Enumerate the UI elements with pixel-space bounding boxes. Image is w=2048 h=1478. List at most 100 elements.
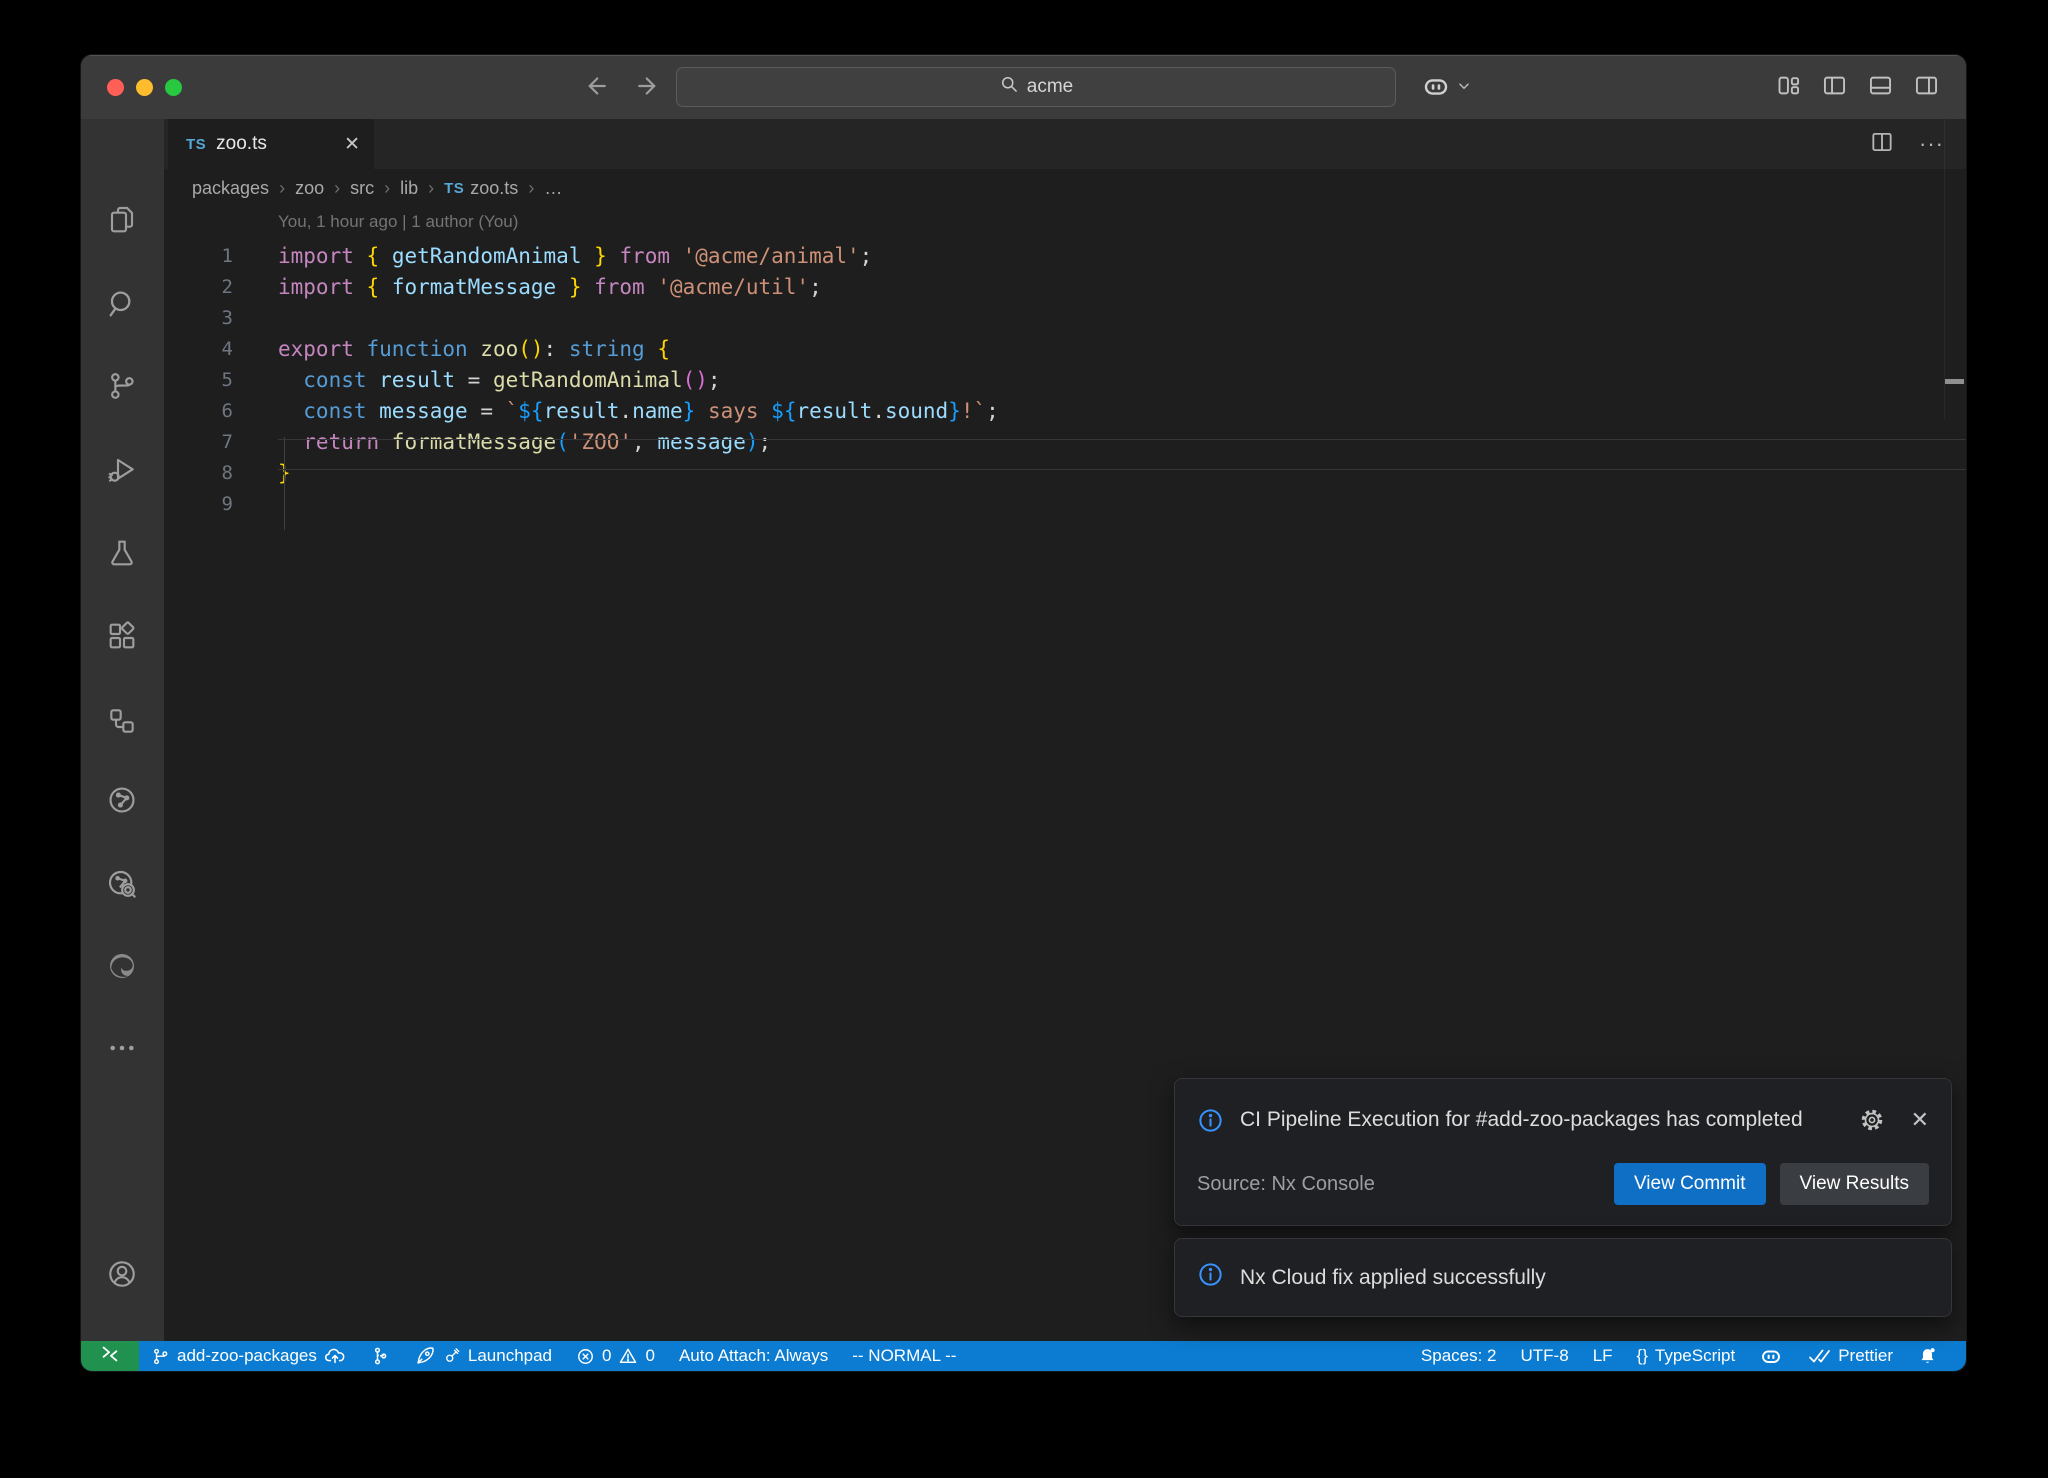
notification-nx-cloud-fix: Nx Cloud fix applied successfully [1174, 1238, 1952, 1317]
launchpad-label: Launchpad [468, 1346, 552, 1366]
code-line[interactable]: 2import { formatMessage } from '@acme/ut… [164, 272, 1966, 303]
language-mode-item[interactable]: {} TypeScript [1625, 1341, 1748, 1371]
notification-message: CI Pipeline Execution for #add-zoo-packa… [1240, 1101, 1830, 1139]
breadcrumb-label: packages [192, 178, 269, 199]
titlebar: acme [81, 55, 1966, 119]
breadcrumb-item[interactable]: … [544, 178, 562, 199]
code-line[interactable]: 1import { getRandomAnimal } from '@acme/… [164, 241, 1966, 272]
explorer-icon[interactable] [105, 203, 139, 237]
code-line[interactable]: 6 const message = `${result.name} says $… [164, 396, 1966, 427]
copilot-icon[interactable] [1421, 71, 1451, 106]
line-number: 1 [164, 241, 233, 272]
accounts-icon[interactable] [105, 1257, 139, 1291]
git-blame-annotation: You, 1 hour ago | 1 author (You) [164, 207, 1966, 241]
auto-attach-item[interactable]: Auto Attach: Always [667, 1341, 840, 1371]
command-center-search[interactable]: acme [676, 67, 1396, 107]
line-number: 8 [164, 458, 233, 489]
tab-zoo-ts[interactable]: TS zoo.ts ✕ [168, 119, 374, 169]
edge-browser-icon[interactable] [105, 949, 139, 983]
tab-label: zoo.ts [216, 133, 267, 155]
formatter-item[interactable]: Prettier [1795, 1341, 1905, 1371]
notification-center: CI Pipeline Execution for #add-zoo-packa… [1174, 1078, 1952, 1317]
view-commit-button[interactable]: View Commit [1614, 1163, 1766, 1205]
line-number: 4 [164, 334, 233, 365]
code-line[interactable]: 3 [164, 303, 1966, 334]
breadcrumb-label: zoo.ts [470, 178, 518, 199]
search-sidebar-icon[interactable] [105, 287, 139, 321]
problems-item[interactable]: 0 0 [564, 1341, 667, 1371]
tab-bar: TS zoo.ts ✕ ··· [164, 119, 1966, 169]
launchpad-item[interactable]: Launchpad [402, 1341, 564, 1371]
extensions-icon[interactable] [105, 619, 139, 653]
code-line[interactable]: 9 [164, 489, 1966, 520]
breadcrumb-item[interactable]: TSzoo.ts [444, 178, 518, 199]
chevron-down-icon[interactable] [1455, 77, 1473, 100]
back-arrow-icon[interactable] [581, 71, 611, 106]
remote-icon [99, 1343, 121, 1370]
notifications-bell-item[interactable] [1905, 1341, 1950, 1371]
line-number: 7 [164, 427, 233, 458]
breadcrumb-separator: › [279, 178, 285, 199]
overview-ruler [1944, 119, 1945, 419]
info-icon [1197, 1101, 1224, 1139]
breadcrumb-item[interactable]: zoo [295, 178, 324, 199]
close-tab-icon[interactable]: ✕ [344, 133, 360, 156]
toggle-secondary-sidebar-icon[interactable] [1913, 72, 1940, 104]
breadcrumb-item[interactable]: lib [400, 178, 418, 199]
indentation-item[interactable]: Spaces: 2 [1409, 1341, 1509, 1371]
line-number: 5 [164, 365, 233, 396]
notification-ci-pipeline: CI Pipeline Execution for #add-zoo-packa… [1174, 1078, 1952, 1226]
notification-settings-gear-icon[interactable] [1859, 1107, 1885, 1138]
remote-indicator[interactable] [81, 1341, 139, 1371]
vim-mode-item[interactable]: -- NORMAL -- [840, 1341, 968, 1371]
errors-icon [576, 1347, 595, 1366]
code-text: const message = `${result.name} says ${r… [233, 396, 999, 427]
warnings-count: 0 [645, 1346, 654, 1366]
warnings-icon [618, 1346, 638, 1366]
breadcrumb-item[interactable]: src [350, 178, 374, 199]
minimize-window-button[interactable] [136, 79, 153, 96]
nx-console-icon[interactable] [105, 783, 139, 817]
git-branch-item[interactable]: add-zoo-packages [139, 1341, 358, 1371]
window-controls [107, 79, 182, 96]
eol-item[interactable]: LF [1581, 1341, 1625, 1371]
additional-views-icon[interactable] [105, 1031, 139, 1065]
maximize-window-button[interactable] [165, 79, 182, 96]
run-debug-icon[interactable] [105, 453, 139, 487]
breadcrumb-label: src [350, 178, 374, 199]
code-text: import { getRandomAnimal } from '@acme/a… [233, 241, 872, 272]
double-check-icon [1807, 1344, 1831, 1368]
breadcrumb-separator: › [334, 178, 340, 199]
line-number: 9 [164, 489, 233, 520]
nx-cloud-icon[interactable] [105, 867, 139, 901]
search-icon [999, 74, 1019, 100]
activity-bar [81, 119, 164, 1341]
references-view-icon[interactable] [105, 704, 139, 738]
source-control-icon[interactable] [105, 369, 139, 403]
code-editor[interactable]: 1import { getRandomAnimal } from '@acme/… [164, 241, 1966, 520]
breadcrumb: packages›zoo›src›lib›TSzoo.ts›… [164, 169, 1966, 207]
close-window-button[interactable] [107, 79, 124, 96]
code-line[interactable]: 5 const result = getRandomAnimal(); [164, 365, 1966, 396]
view-results-button[interactable]: View Results [1780, 1163, 1929, 1205]
notification-message: Nx Cloud fix applied successfully [1240, 1266, 1546, 1290]
branch-name: add-zoo-packages [177, 1346, 317, 1366]
toggle-panel-icon[interactable] [1867, 72, 1894, 104]
code-text: import { formatMessage } from '@acme/uti… [233, 272, 822, 303]
forward-arrow-icon[interactable] [633, 71, 663, 106]
braces-icon: {} [1637, 1346, 1648, 1366]
encoding-item[interactable]: UTF-8 [1509, 1341, 1581, 1371]
toggle-primary-sidebar-icon[interactable] [1821, 72, 1848, 104]
copilot-status-item[interactable] [1747, 1341, 1795, 1371]
breadcrumb-item[interactable]: packages [192, 178, 269, 199]
code-line[interactable]: 4export function zoo(): string { [164, 334, 1966, 365]
notification-close-icon[interactable]: ✕ [1911, 1107, 1929, 1133]
code-text [233, 489, 278, 520]
testing-icon[interactable] [105, 536, 139, 570]
customize-layout-icon[interactable] [1775, 72, 1802, 104]
more-actions-icon[interactable]: ··· [1919, 131, 1944, 157]
overview-ruler-mark[interactable] [1945, 379, 1964, 384]
source-control-graph-item[interactable] [358, 1341, 402, 1371]
split-editor-icon[interactable] [1869, 129, 1895, 160]
current-line-highlight [278, 439, 1966, 470]
